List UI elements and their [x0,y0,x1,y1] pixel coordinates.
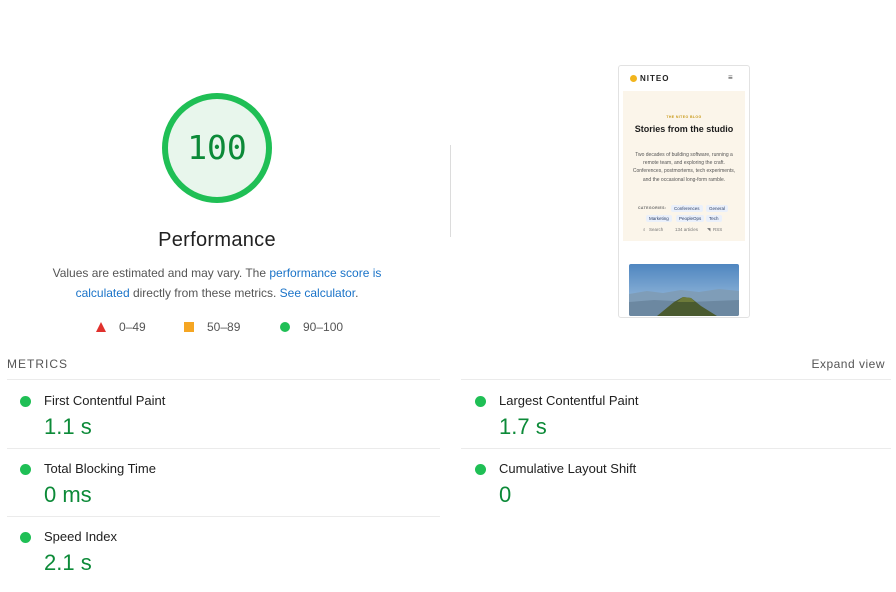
hamburger-menu-icon: ≡ [728,73,733,82]
search-icon: ⌕ [643,227,646,232]
metric-label: Total Blocking Time [44,461,156,476]
performance-score-value: 100 [187,128,247,167]
legend-label: 50–89 [207,320,241,334]
preview-hero: THE NITEO BLOG Stories from the studio T… [623,91,745,241]
preview-text: Two decades of building software, runnin… [632,152,736,183]
niteo-logo-icon [630,75,637,82]
performance-title: Performance [158,229,276,251]
chip-tech: Tech [706,215,722,222]
preview-title: Stories from the studio [634,124,734,134]
performance-score-gauge: 100 [161,92,273,204]
metrics-divider [7,448,440,449]
preview-navbar: NITEO ≡ [619,66,749,90]
pass-status-icon [20,464,31,475]
legend-label: 90–100 [303,320,344,334]
final-screenshot-preview[interactable]: NITEO ≡ THE NITEO BLOG Stories from the … [618,65,750,318]
pass-status-icon [475,464,486,475]
preview-articles: 134 articles [675,227,699,232]
preview-kicker: THE NITEO BLOG [666,115,702,119]
expand-view-button[interactable]: Expand view [811,357,885,371]
performance-description: Values are estimated and may vary. The p… [40,263,394,303]
description-text-middle: directly from these metrics. [129,286,280,300]
metric-total-blocking-time: Total Blocking Time 0 ms [20,456,440,524]
metric-value: 0 ms [44,482,92,507]
legend-label: 0–49 [119,320,146,334]
preview-logo: NITEO [640,74,670,83]
square-average-icon [184,322,194,332]
mountain-landscape-image [629,264,739,316]
metrics-divider [461,379,891,380]
metric-value: 0 [499,482,512,507]
legend-item-fail: 0–49 [96,320,146,334]
metric-label: Largest Contentful Paint [499,393,639,408]
preview-search: Search [649,227,664,232]
score-panel: 100 Performance Values are estimated and… [0,0,434,350]
description-text-end: . [355,286,359,300]
metric-label: Speed Index [44,529,118,544]
description-text: Values are estimated and may vary. The [52,266,270,280]
legend-item-pass: 90–100 [280,320,343,334]
pass-status-icon [20,396,31,407]
chip-general: General [706,205,729,212]
metric-value: 1.7 s [499,414,547,439]
legend-item-average: 50–89 [184,320,240,334]
circle-pass-icon [280,322,290,332]
categories-label: CATEGORIES: [638,206,667,210]
metric-cumulative-layout-shift: Cumulative Layout Shift 0 [475,456,895,524]
metric-largest-contentful-paint: Largest Contentful Paint 1.7 s [475,388,895,456]
metrics-divider [7,516,440,517]
pass-status-icon [475,396,486,407]
metric-label: Cumulative Layout Shift [499,461,637,476]
rss-icon: ◥ [707,227,711,232]
triangle-fail-icon [96,322,106,332]
metric-label: First Contentful Paint [44,393,166,408]
chip-peopleops: PeopleOps [676,215,705,222]
vertical-divider [450,145,451,237]
pass-status-icon [20,532,31,543]
preview-landscape-image [629,264,739,316]
metric-first-contentful-paint: First Contentful Paint 1.1 s [20,388,440,456]
metric-value: 2.1 s [44,550,92,575]
metric-value: 1.1 s [44,414,92,439]
metrics-divider [461,448,891,449]
see-calculator-link[interactable]: See calculator [280,286,355,300]
chip-marketing: Marketing [646,215,672,222]
chip-conferences: Conferences [671,205,703,212]
metrics-divider [7,379,440,380]
metrics-header: METRICS [7,357,68,371]
preview-rss: RSS [713,227,723,232]
metric-speed-index: Speed Index 2.1 s [20,524,440,592]
